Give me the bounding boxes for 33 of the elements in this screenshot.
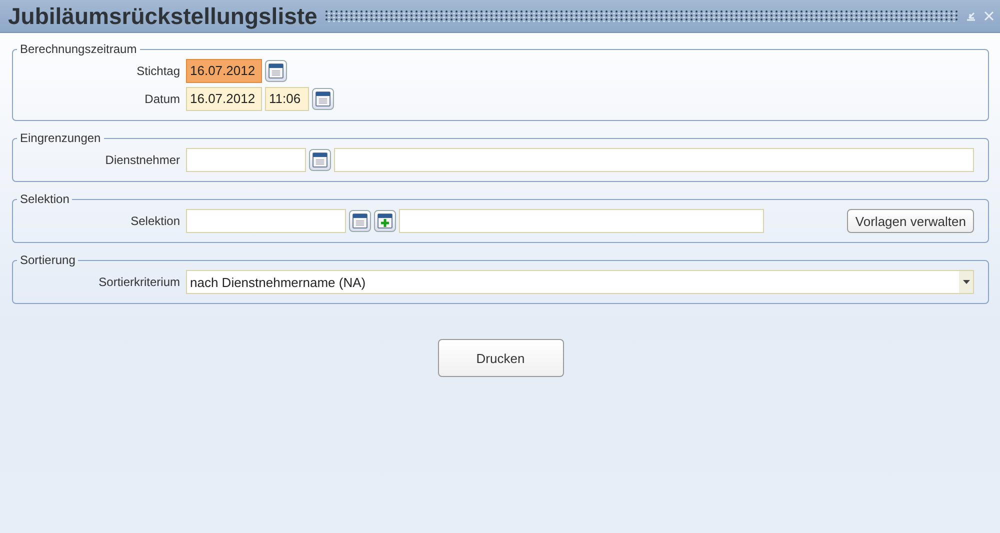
- field-label: Sortierkriterium: [98, 275, 180, 289]
- group-legend: Berechnungszeitraum: [17, 42, 140, 56]
- field-label: Stichtag: [136, 64, 180, 78]
- input-field[interactable]: [186, 148, 306, 172]
- field-label: Datum: [144, 92, 180, 106]
- caret-icon: [962, 280, 970, 284]
- dropdown[interactable]: nach Dienstnehmername (NA): [186, 270, 974, 294]
- calendar-icon: [312, 152, 328, 168]
- calendar-icon: [315, 91, 331, 107]
- calendar-button[interactable]: [312, 88, 334, 110]
- close-icon[interactable]: [984, 11, 994, 21]
- calendar-button[interactable]: [349, 210, 371, 232]
- calendar-icon: [268, 63, 284, 79]
- group-legend: Selektion: [17, 192, 72, 206]
- field-label: Dienstnehmer: [104, 153, 180, 167]
- input-field[interactable]: [399, 209, 764, 233]
- input-field[interactable]: [334, 148, 974, 172]
- add-button[interactable]: [374, 210, 396, 232]
- add-icon: [377, 213, 393, 229]
- group-legend: Eingrenzungen: [17, 131, 104, 145]
- calendar-button[interactable]: [265, 60, 287, 82]
- group-legend: Sortierung: [17, 253, 78, 267]
- calendar-icon: [352, 213, 368, 229]
- minimize-icon[interactable]: [966, 11, 976, 21]
- window-title: Jubiläumsrückstellungsliste: [8, 2, 318, 30]
- print-button[interactable]: Drucken: [438, 339, 564, 377]
- field-label: Selektion: [130, 214, 180, 228]
- templates-button[interactable]: Vorlagen verwalten: [847, 209, 974, 233]
- input-field[interactable]: [186, 209, 346, 233]
- input-field[interactable]: 11:06: [265, 87, 309, 111]
- input-field[interactable]: 16.07.2012: [186, 87, 262, 111]
- calendar-button[interactable]: [309, 149, 331, 171]
- input-field[interactable]: 16.07.2012: [186, 59, 262, 83]
